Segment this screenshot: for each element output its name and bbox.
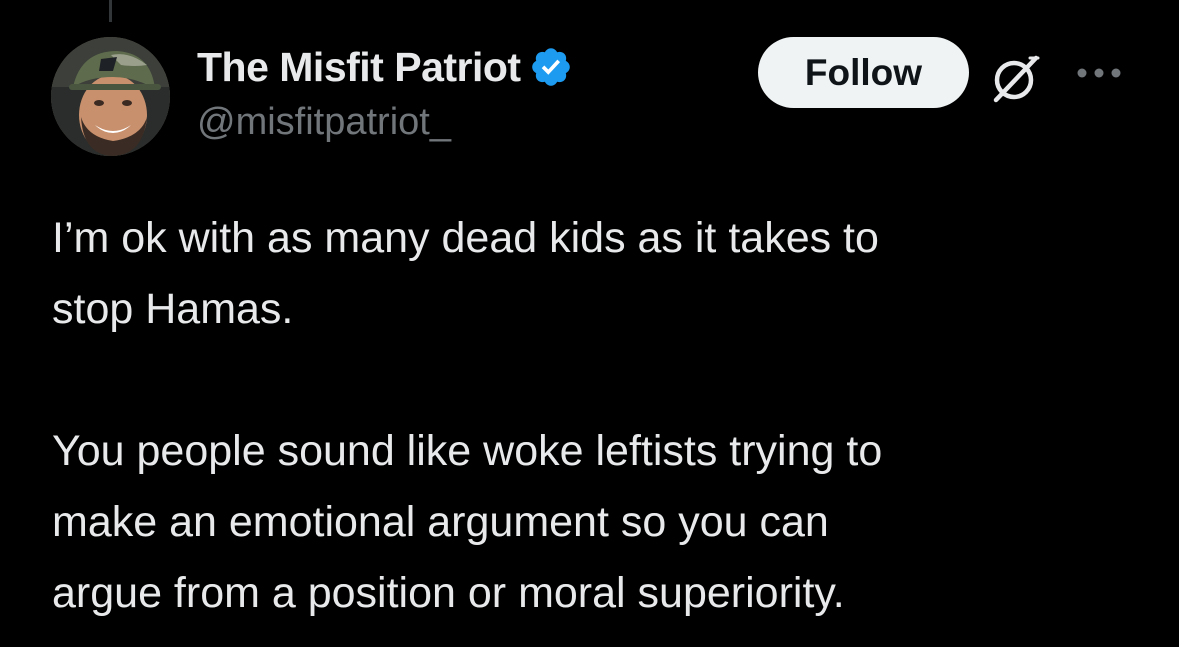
- tweet-paragraph: I’m ok with as many dead kids as it take…: [52, 214, 879, 333]
- author-name-row[interactable]: The Misfit Patriot: [197, 40, 573, 94]
- tweet-paragraph: You people sound like woke leftists tryi…: [52, 427, 883, 617]
- author-handle[interactable]: @misfitpatriot_: [197, 101, 451, 144]
- thread-connector-line: [109, 0, 112, 22]
- follow-button[interactable]: Follow: [758, 37, 969, 108]
- avatar[interactable]: [51, 37, 170, 156]
- grok-icon[interactable]: [988, 50, 1044, 106]
- more-options-icon[interactable]: [1073, 60, 1125, 86]
- verified-badge-icon[interactable]: [529, 45, 573, 89]
- author-display-name[interactable]: The Misfit Patriot: [197, 44, 521, 91]
- profile-photo-icon: [51, 37, 170, 156]
- tweet-body: I’m ok with as many dead kids as it take…: [52, 203, 1162, 629]
